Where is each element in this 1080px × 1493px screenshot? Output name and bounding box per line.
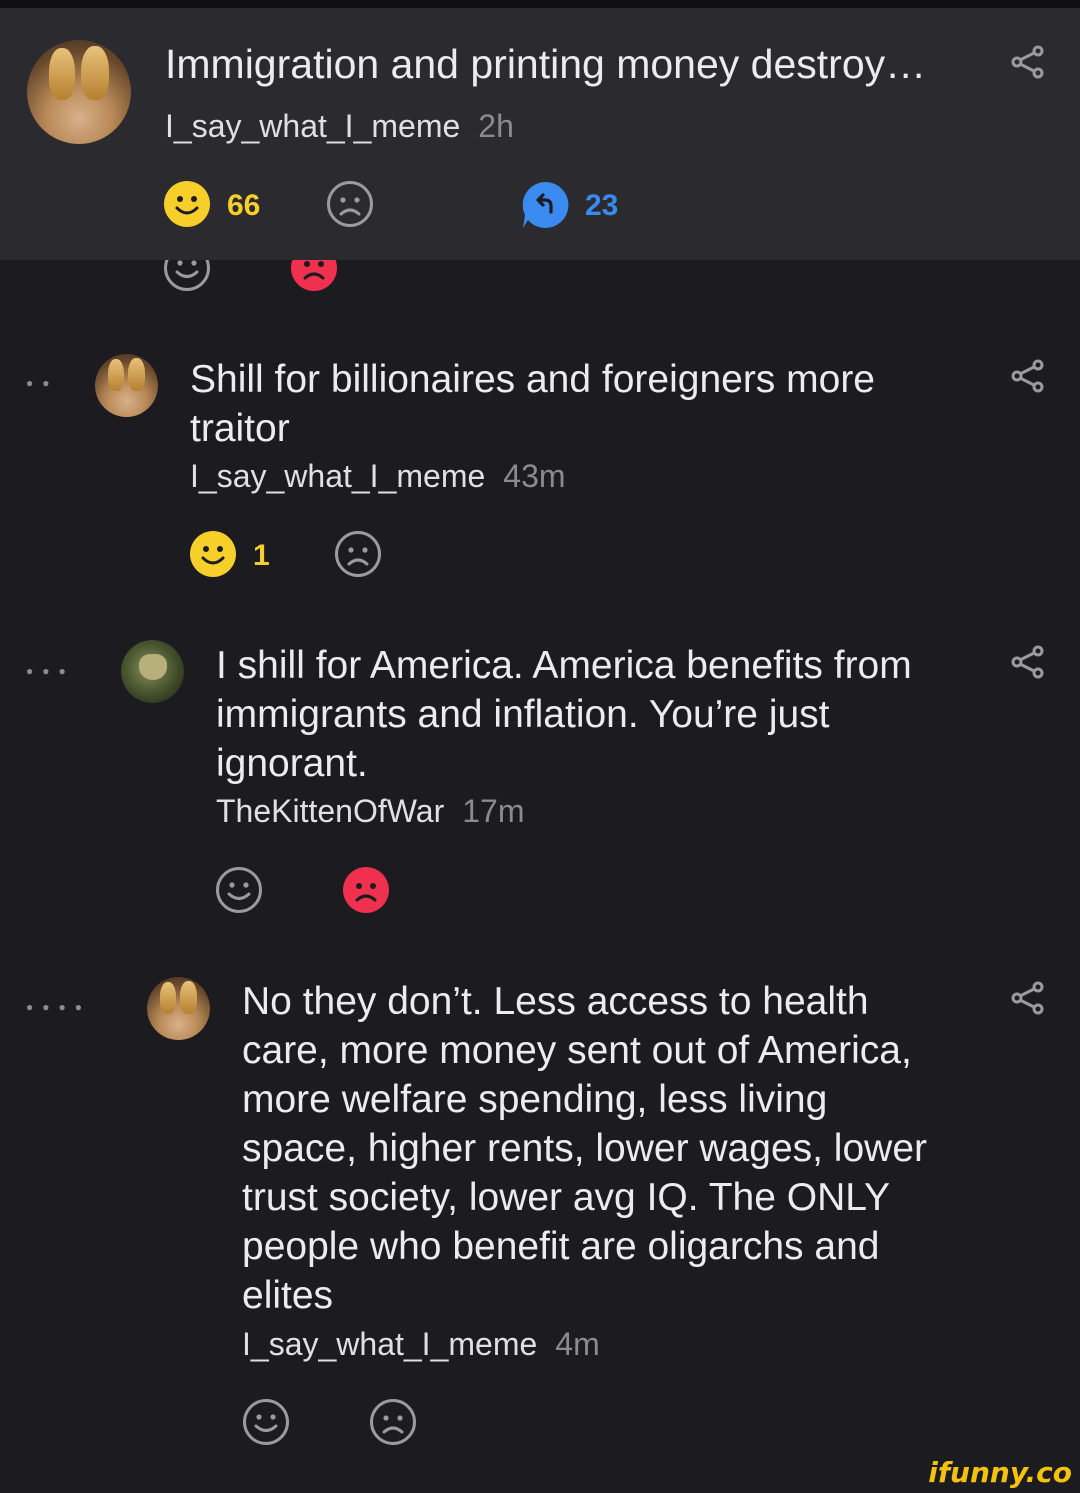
post-smile-count: 66 [227, 189, 261, 222]
thread-depth-dots: ●●●● [26, 1000, 91, 1014]
share-icon[interactable] [1010, 358, 1046, 394]
smile-icon[interactable] [189, 530, 237, 578]
comment-author[interactable]: I_say_what_I_meme [190, 458, 485, 494]
comment-meta: TheKittenOfWar 17m [216, 793, 524, 830]
share-icon[interactable] [1010, 644, 1046, 680]
thread-depth-dots: ●● [26, 376, 59, 390]
post-author[interactable]: I_say_what_I_meme [165, 108, 460, 144]
comment-author-avatar[interactable] [121, 640, 184, 703]
frown-icon[interactable] [369, 1398, 417, 1446]
comment-author[interactable]: I_say_what_I_meme [242, 1326, 537, 1362]
post-time: 2h [478, 108, 514, 144]
frown-icon[interactable] [342, 866, 390, 914]
post-reply-count: 23 [585, 189, 619, 222]
share-icon[interactable] [1010, 44, 1046, 80]
comment-text: No they don’t. Less access to health car… [242, 980, 927, 1317]
post-meta: I_say_what_I_meme 2h [165, 108, 514, 145]
comment-time: 17m [462, 793, 525, 829]
reply-icon[interactable] [521, 180, 571, 230]
smile-icon[interactable] [163, 180, 211, 228]
comment-smile-count: 1 [253, 539, 270, 572]
thread-depth-dots: ●●● [26, 664, 75, 678]
comment-text: Shill for billionaires and foreigners mo… [190, 358, 875, 450]
post-title[interactable]: Immigration and printing money destroy… [165, 40, 926, 89]
smile-icon[interactable] [242, 1398, 290, 1446]
post-header-front: Immigration and printing money destroy… … [0, 0, 1080, 260]
comment-author-avatar[interactable] [95, 354, 158, 417]
comment-meta: I_say_what_I_meme 43m [190, 458, 566, 495]
frown-icon[interactable] [326, 180, 374, 228]
frown-icon[interactable] [334, 530, 382, 578]
comment-author[interactable]: TheKittenOfWar [216, 793, 444, 829]
ifunny-watermark: ifunny.co [928, 1456, 1072, 1489]
comment-text: I shill for America. America benefits fr… [216, 644, 912, 785]
comment-time: 4m [555, 1326, 600, 1362]
comment-meta: I_say_what_I_meme 4m [242, 1326, 600, 1363]
share-icon[interactable] [1010, 980, 1046, 1016]
comment-time: 43m [503, 458, 566, 494]
post-author-avatar[interactable] [27, 40, 131, 144]
comment-author-avatar[interactable] [147, 977, 210, 1040]
smile-icon[interactable] [215, 866, 263, 914]
